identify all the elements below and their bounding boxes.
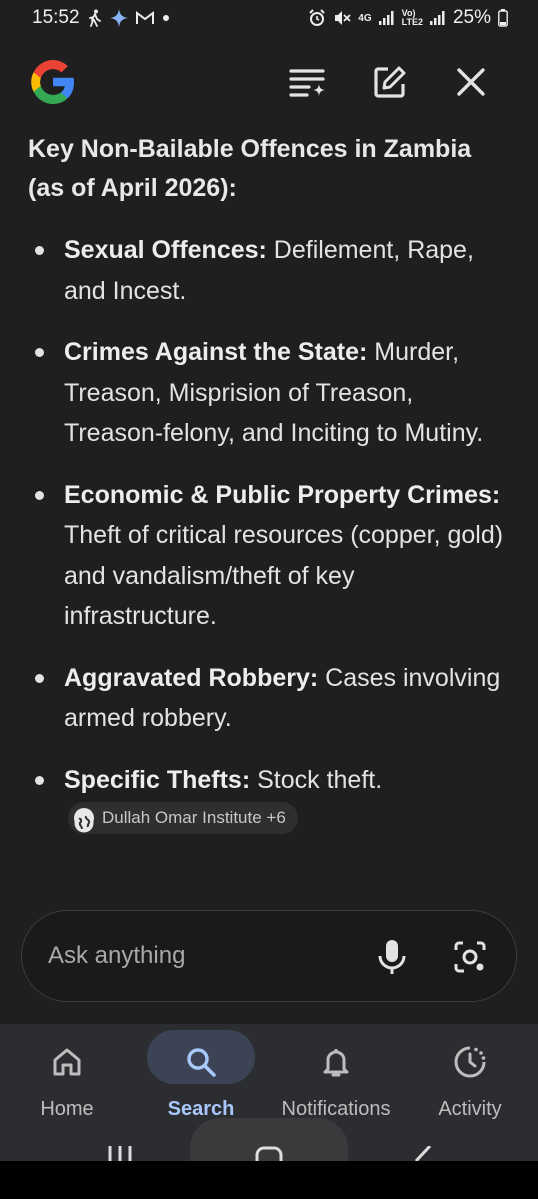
battery-percent: 25% bbox=[452, 7, 491, 28]
battery-icon bbox=[498, 9, 508, 27]
item-text: Stock theft. bbox=[250, 765, 383, 794]
activity-clock-icon bbox=[452, 1044, 488, 1080]
ask-input-bar[interactable]: Ask anything bbox=[21, 910, 517, 1002]
item-text: Theft of critical resources (copper, gol… bbox=[64, 521, 504, 630]
item-term: Crimes Against the State: bbox=[64, 338, 368, 366]
microphone-icon[interactable] bbox=[374, 937, 410, 977]
network-4g-label: 4G bbox=[358, 12, 372, 24]
status-bar: 15:52 4G Vo) LTE2 25% bbox=[0, 0, 538, 36]
ask-input-placeholder[interactable]: Ask anything bbox=[48, 942, 185, 970]
list-item: Aggravated Robbery: Cases involving arme… bbox=[28, 658, 512, 739]
signal-icon bbox=[378, 11, 395, 25]
answer-heading: Key Non-Bailable Offences in Zambia (as … bbox=[28, 135, 472, 202]
nav-home-label: Home bbox=[40, 1098, 94, 1120]
list-item: Sexual Offences: Defilement, Rape, and I… bbox=[28, 230, 512, 311]
item-term: Specific Thefts: bbox=[64, 765, 251, 794]
mute-icon bbox=[333, 9, 351, 27]
item-term: Economic & Public Property Crimes: bbox=[64, 480, 501, 509]
volte-label: Vo) LTE2 bbox=[401, 8, 423, 27]
edit-icon[interactable] bbox=[370, 62, 410, 102]
list-item: Crimes Against the State: Murder, Treaso… bbox=[28, 332, 512, 454]
status-time: 15:52 bbox=[32, 7, 80, 28]
walking-icon bbox=[87, 9, 103, 27]
item-term: Sexual Offences: bbox=[64, 236, 267, 264]
back-icon[interactable] bbox=[410, 1144, 434, 1163]
close-icon[interactable] bbox=[451, 62, 491, 102]
signal-2-icon bbox=[429, 11, 446, 25]
top-bar bbox=[0, 46, 538, 118]
lens-camera-icon[interactable] bbox=[450, 937, 490, 977]
nav-activity[interactable]: Activity bbox=[405, 1030, 535, 1140]
nav-home[interactable]: Home bbox=[2, 1030, 132, 1140]
source-chip[interactable]: Dullah Omar Institute +6 bbox=[68, 802, 298, 835]
google-g-logo[interactable] bbox=[27, 56, 79, 108]
system-navigation-bar bbox=[0, 1161, 538, 1199]
gmail-icon bbox=[135, 10, 155, 26]
gemini-sparkle-icon bbox=[109, 9, 128, 27]
list-item: Specific Thefts: Stock theft. Dullah Oma… bbox=[28, 760, 512, 841]
list-item: Economic & Public Property Crimes: Theft… bbox=[28, 475, 512, 637]
source-chip-label: Dullah Omar Institute +6 bbox=[102, 808, 286, 828]
notification-dot-icon bbox=[162, 14, 170, 22]
recents-icon[interactable] bbox=[106, 1146, 136, 1161]
home-icon bbox=[49, 1044, 85, 1080]
offences-list: Sexual Offences: Defilement, Rape, and I… bbox=[28, 230, 512, 841]
search-icon bbox=[183, 1044, 219, 1080]
list-sparkle-icon[interactable] bbox=[288, 62, 328, 102]
bell-icon bbox=[318, 1044, 354, 1080]
globe-icon bbox=[74, 808, 94, 833]
ai-answer-content: Key Non-Bailable Offences in Zambia (as … bbox=[28, 130, 512, 862]
item-term: Aggravated Robbery: bbox=[64, 663, 319, 692]
nav-activity-label: Activity bbox=[438, 1098, 502, 1120]
alarm-icon bbox=[308, 9, 326, 27]
